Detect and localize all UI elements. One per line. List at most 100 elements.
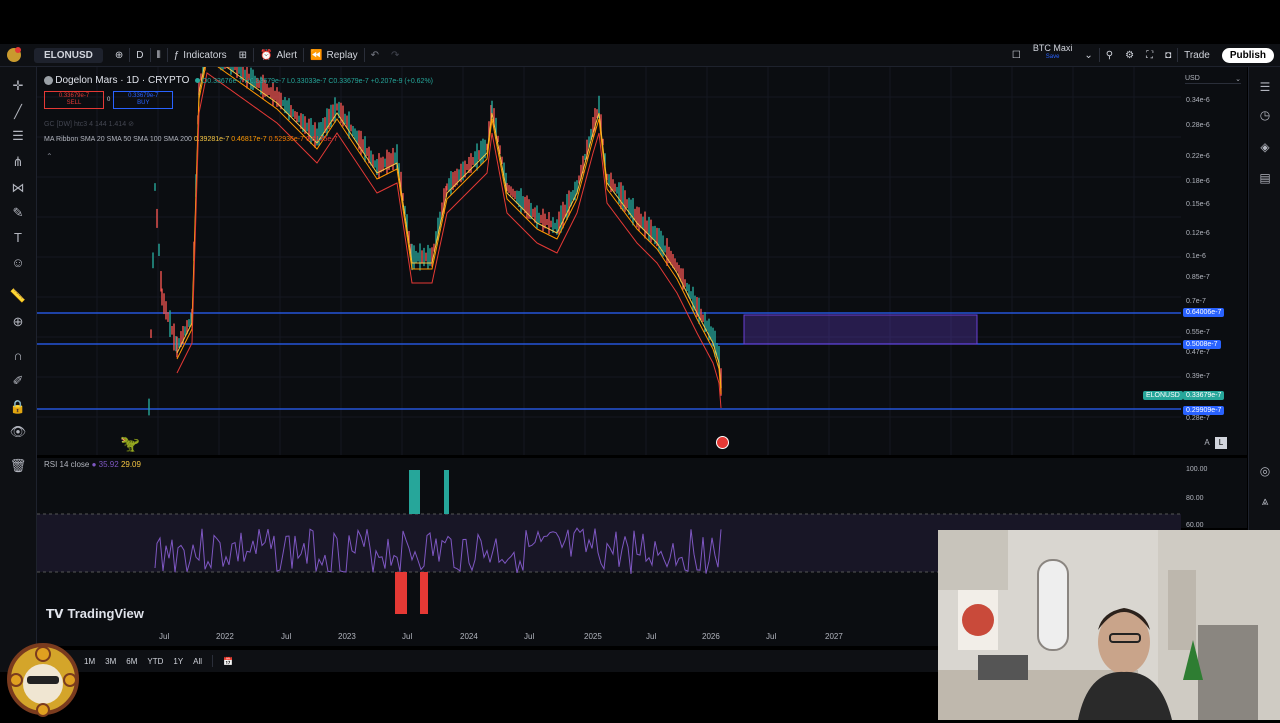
legend-title: Dogelon Mars · 1D · CRYPTO bbox=[55, 75, 190, 86]
publish-button[interactable]: Publish bbox=[1221, 47, 1274, 63]
range-3m[interactable]: 3M bbox=[105, 657, 116, 666]
range-1m[interactable]: 1M bbox=[84, 657, 95, 666]
price-tick: 0.18e-6 bbox=[1186, 178, 1210, 185]
brush-icon[interactable]: ✎ bbox=[9, 204, 27, 222]
time-tick: 2024 bbox=[460, 632, 478, 641]
buy-button[interactable]: 0.33679e-7 BUY bbox=[113, 91, 174, 109]
price-chart[interactable] bbox=[37, 67, 1181, 455]
ruler-icon[interactable]: 📏 bbox=[9, 287, 27, 305]
chat-icon[interactable]: ▤ bbox=[1257, 170, 1273, 186]
camera-icon[interactable]: ◘ bbox=[1159, 44, 1177, 66]
hidden-eye-icon[interactable]: ⊘ bbox=[128, 121, 134, 128]
undo-icon[interactable]: ↶ bbox=[365, 44, 385, 66]
bitcoin-badge-icon bbox=[7, 643, 79, 717]
trash-icon[interactable]: 🗑 bbox=[9, 457, 27, 475]
webcam-image bbox=[938, 530, 1280, 720]
sell-button[interactable]: 0.33679e-7 SELL bbox=[44, 91, 104, 109]
stay-in-drawing-icon[interactable]: ✐ bbox=[9, 372, 27, 390]
emoji-icon[interactable]: ☺ bbox=[9, 254, 27, 272]
auto-scale-button[interactable]: A bbox=[1201, 437, 1213, 449]
patterns-icon[interactable]: ⋈ bbox=[9, 179, 27, 197]
moving-average-line bbox=[176, 72, 722, 409]
indicator-hidden-legend[interactable]: GC [DW] htc3 4 144 1.414 ⊘ bbox=[44, 120, 134, 128]
settings-icon[interactable]: ⚙ bbox=[1119, 44, 1140, 66]
dino-icon: 🦖 bbox=[120, 436, 140, 453]
currency-select[interactable]: USD ⌄ bbox=[1185, 75, 1241, 84]
eye-icon[interactable]: 👁 bbox=[9, 423, 27, 441]
ma-ribbon-legend[interactable]: MA Ribbon SMA 20 SMA 50 SMA 100 SMA 200 … bbox=[44, 136, 337, 143]
indicators-icon: ƒ bbox=[173, 49, 180, 61]
clock-icon[interactable]: ◷ bbox=[1257, 107, 1273, 123]
top-letterbox bbox=[0, 0, 1280, 44]
time-tick: 2025 bbox=[584, 632, 602, 641]
avatar[interactable] bbox=[0, 44, 28, 66]
redo-icon[interactable]: ↷ bbox=[385, 44, 405, 66]
rsi-oversold-fill bbox=[420, 572, 428, 614]
zoom-icon[interactable]: ⊕ bbox=[9, 313, 27, 331]
layout-name[interactable]: BTC Maxi Save bbox=[1027, 44, 1079, 66]
crosshair-icon[interactable]: ✛ bbox=[9, 77, 27, 95]
range-1y[interactable]: 1Y bbox=[173, 657, 183, 666]
quick-search-icon[interactable]: ⚲ bbox=[1100, 44, 1119, 66]
top-toolbar: ELONUSD ⊕ D ⫴ ƒ Indicators ⊞ ⏰ Alert ⏪ R… bbox=[0, 44, 1280, 67]
collapse-legend-icon[interactable]: ⌃ bbox=[46, 152, 53, 161]
rsi-tick: 80.00 bbox=[1186, 495, 1204, 502]
log-scale-button[interactable]: L bbox=[1215, 437, 1227, 449]
time-tick: Jul bbox=[766, 632, 777, 641]
time-tick: 2022 bbox=[216, 632, 234, 641]
templates-icon[interactable]: ⊞ bbox=[233, 44, 253, 66]
symbol-legend: Dogelon Mars · 1D · CRYPTO O0.33676e-7 H… bbox=[44, 75, 433, 86]
symbol-search[interactable]: ELONUSD bbox=[34, 47, 103, 63]
time-tick: Jul bbox=[281, 632, 292, 641]
target-icon[interactable]: ◎ bbox=[1257, 463, 1273, 479]
compare-icon[interactable]: ⊕ bbox=[109, 44, 129, 66]
event-marker-icon[interactable] bbox=[716, 436, 729, 451]
rsi-source-icon: ● bbox=[91, 460, 97, 469]
price-tick: 0.34e-6 bbox=[1186, 97, 1210, 104]
magnet-icon[interactable]: ∩ bbox=[9, 347, 27, 365]
price-tick: 0.12e-6 bbox=[1186, 230, 1210, 237]
rsi-oversold-fill bbox=[395, 572, 407, 614]
symbol-badge: ELONUSD bbox=[1143, 391, 1183, 400]
interval-button[interactable]: D bbox=[130, 44, 149, 66]
calendar-icon[interactable]: 📅 bbox=[223, 657, 233, 666]
pitchfork-icon[interactable]: ⋔ bbox=[9, 153, 27, 171]
channel-logo bbox=[4, 640, 82, 718]
range-ytd[interactable]: YTD bbox=[147, 657, 163, 666]
range-6m[interactable]: 6M bbox=[126, 657, 137, 666]
range-all[interactable]: All bbox=[193, 657, 202, 666]
layers-icon[interactable]: ◈ bbox=[1257, 139, 1273, 155]
watchlist-icon[interactable]: ☰ bbox=[1257, 79, 1273, 95]
replay-button[interactable]: ⏪ Replay bbox=[304, 44, 364, 66]
trend-line-icon[interactable]: ╱ bbox=[9, 103, 27, 121]
rsi-overbought-fill bbox=[444, 470, 449, 514]
rsi-legend[interactable]: RSI 14 close ● 35.92 29.09 bbox=[44, 460, 141, 469]
alert-button[interactable]: ⏰ Alert bbox=[254, 44, 303, 66]
buy-sell-panel: 0.33679e-7 SELL 0 0.33679e-7 BUY bbox=[44, 91, 174, 109]
tradingview-logo-icon: 𝗧𝗩 bbox=[46, 606, 64, 621]
dogelon-logo-icon bbox=[44, 76, 53, 86]
chevron-down-icon: ⌄ bbox=[1235, 76, 1241, 83]
price-tick: 0.39e-7 bbox=[1186, 373, 1210, 380]
target-zone-rect bbox=[743, 314, 978, 345]
chart-canvas[interactable] bbox=[37, 67, 1181, 455]
fullscreen-icon[interactable]: ⛶ bbox=[1140, 44, 1159, 66]
avatar-icon bbox=[7, 47, 21, 62]
time-tick: Jul bbox=[646, 632, 657, 641]
horizontal-lines-icon[interactable]: ☰ bbox=[9, 127, 27, 145]
rsi-axis[interactable]: 100.00 80.00 60.00 bbox=[1181, 458, 1247, 529]
layout-select-icon[interactable]: ☐ bbox=[1006, 44, 1027, 66]
price-tick: 0.28e-6 bbox=[1186, 122, 1210, 129]
price-tick: 0.7e-7 bbox=[1186, 298, 1206, 305]
rsi-overbought-fill bbox=[409, 470, 420, 514]
price-axis[interactable]: USD ⌄ 0.34e-6 0.28e-6 0.22e-6 0.18e-6 0.15e-… bbox=[1181, 67, 1247, 455]
spread-value: 0 bbox=[107, 97, 111, 103]
trade-button[interactable]: Trade bbox=[1178, 44, 1216, 66]
alarm-clock-icon: ⏰ bbox=[260, 49, 273, 61]
drawing-tools-icon[interactable]: ⩓ bbox=[1257, 493, 1273, 509]
chart-type-icon[interactable]: ⫴ bbox=[151, 44, 167, 66]
lock-icon[interactable]: 🔒 bbox=[9, 398, 27, 416]
indicators-button[interactable]: ƒ Indicators bbox=[168, 44, 233, 66]
text-icon[interactable]: T bbox=[9, 229, 27, 247]
chevron-down-icon[interactable]: ⌄ bbox=[1078, 44, 1098, 66]
